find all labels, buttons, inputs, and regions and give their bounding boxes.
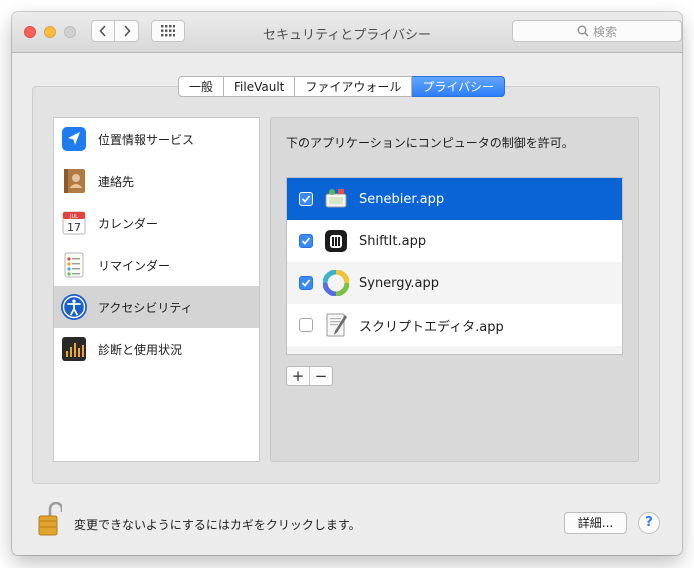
add-app-button[interactable]: + <box>287 367 310 385</box>
instruction-text: 下のアプリケーションにコンピュータの制御を許可。 <box>286 136 574 150</box>
app-checkbox[interactable] <box>299 192 313 206</box>
checkmark-icon <box>301 195 311 203</box>
sidebar-item-label: 診断と使用状況 <box>98 342 183 357</box>
app-row-synergy[interactable]: Synergy.app <box>287 262 622 304</box>
calendar-month: JUL <box>69 214 78 220</box>
lock-hint-text: 変更できないようにするにはカギをクリックします。 <box>74 518 361 532</box>
location-icon <box>60 125 88 153</box>
app-checkbox[interactable] <box>299 234 313 248</box>
reminders-icon <box>60 251 88 279</box>
app-checkbox[interactable] <box>299 318 313 332</box>
script-editor-icon <box>323 312 349 338</box>
search-icon <box>577 25 589 37</box>
sidebar-item-accessibility[interactable]: アクセシビリティ <box>54 286 259 328</box>
accessibility-icon <box>60 293 88 321</box>
calendar-day: 17 <box>67 221 81 234</box>
advanced-button[interactable]: 詳細... <box>564 512 627 534</box>
app-name: Senebier.app <box>359 191 445 207</box>
calendar-icon: JUL 17 <box>60 209 88 237</box>
title-bar: セキュリティとプライバシー 検索 <box>12 12 682 53</box>
sidebar-item-label: リマインダー <box>98 258 171 273</box>
sidebar-item-location[interactable]: 位置情報サービス <box>54 118 259 160</box>
app-name: スクリプトエディタ.app <box>359 319 504 335</box>
app-row-script-editor[interactable]: スクリプトエディタ.app <box>287 304 622 346</box>
list-item <box>287 346 622 354</box>
app-list: Senebier.app ShiftIt.app Synergy.app スクリ… <box>286 177 623 355</box>
preferences-window: セキュリティとプライバシー 検索 一般 FileVault ファイアウォール プ… <box>12 12 682 555</box>
app-row-shiftit[interactable]: ShiftIt.app <box>287 220 622 262</box>
lock-icon[interactable] <box>38 501 64 536</box>
sidebar-item-calendar[interactable]: JUL 17 カレンダー <box>54 202 259 244</box>
help-button[interactable]: ? <box>638 512 660 534</box>
checkmark-icon <box>301 237 311 245</box>
sidebar-item-label: カレンダー <box>98 216 159 231</box>
privacy-category-list: 位置情報サービス 連絡先 JUL 17 カレンダー リマインダー アクセシビリテ… <box>53 117 260 462</box>
tab-privacy[interactable]: プライバシー <box>412 76 506 97</box>
add-remove-control: + − <box>286 366 333 386</box>
sidebar-item-label: アクセシビリティ <box>98 300 193 315</box>
senebier-icon <box>323 186 349 212</box>
app-name: ShiftIt.app <box>359 233 427 249</box>
app-checkbox[interactable] <box>299 276 313 290</box>
sidebar-item-reminders[interactable]: リマインダー <box>54 244 259 286</box>
remove-app-button[interactable]: − <box>310 367 332 385</box>
tab-firewall[interactable]: ファイアウォール <box>295 76 413 97</box>
diagnostics-icon <box>60 335 88 363</box>
tab-bar: 一般 FileVault ファイアウォール プライバシー <box>178 76 506 97</box>
synergy-icon <box>323 270 349 296</box>
tab-filevault[interactable]: FileVault <box>224 76 296 97</box>
shiftit-icon <box>323 228 349 254</box>
sidebar-item-contacts[interactable]: 連絡先 <box>54 160 259 202</box>
sidebar-item-label: 位置情報サービス <box>98 132 195 147</box>
search-input[interactable]: 検索 <box>512 20 682 42</box>
sidebar-item-diagnostics[interactable]: 診断と使用状況 <box>54 328 259 370</box>
app-name: Synergy.app <box>359 275 439 291</box>
checkmark-icon <box>301 279 311 287</box>
search-placeholder: 検索 <box>592 24 617 39</box>
sidebar-item-label: 連絡先 <box>98 174 135 189</box>
contacts-icon <box>60 167 88 195</box>
app-row-senebier[interactable]: Senebier.app <box>287 178 622 220</box>
tab-general[interactable]: 一般 <box>178 76 225 97</box>
